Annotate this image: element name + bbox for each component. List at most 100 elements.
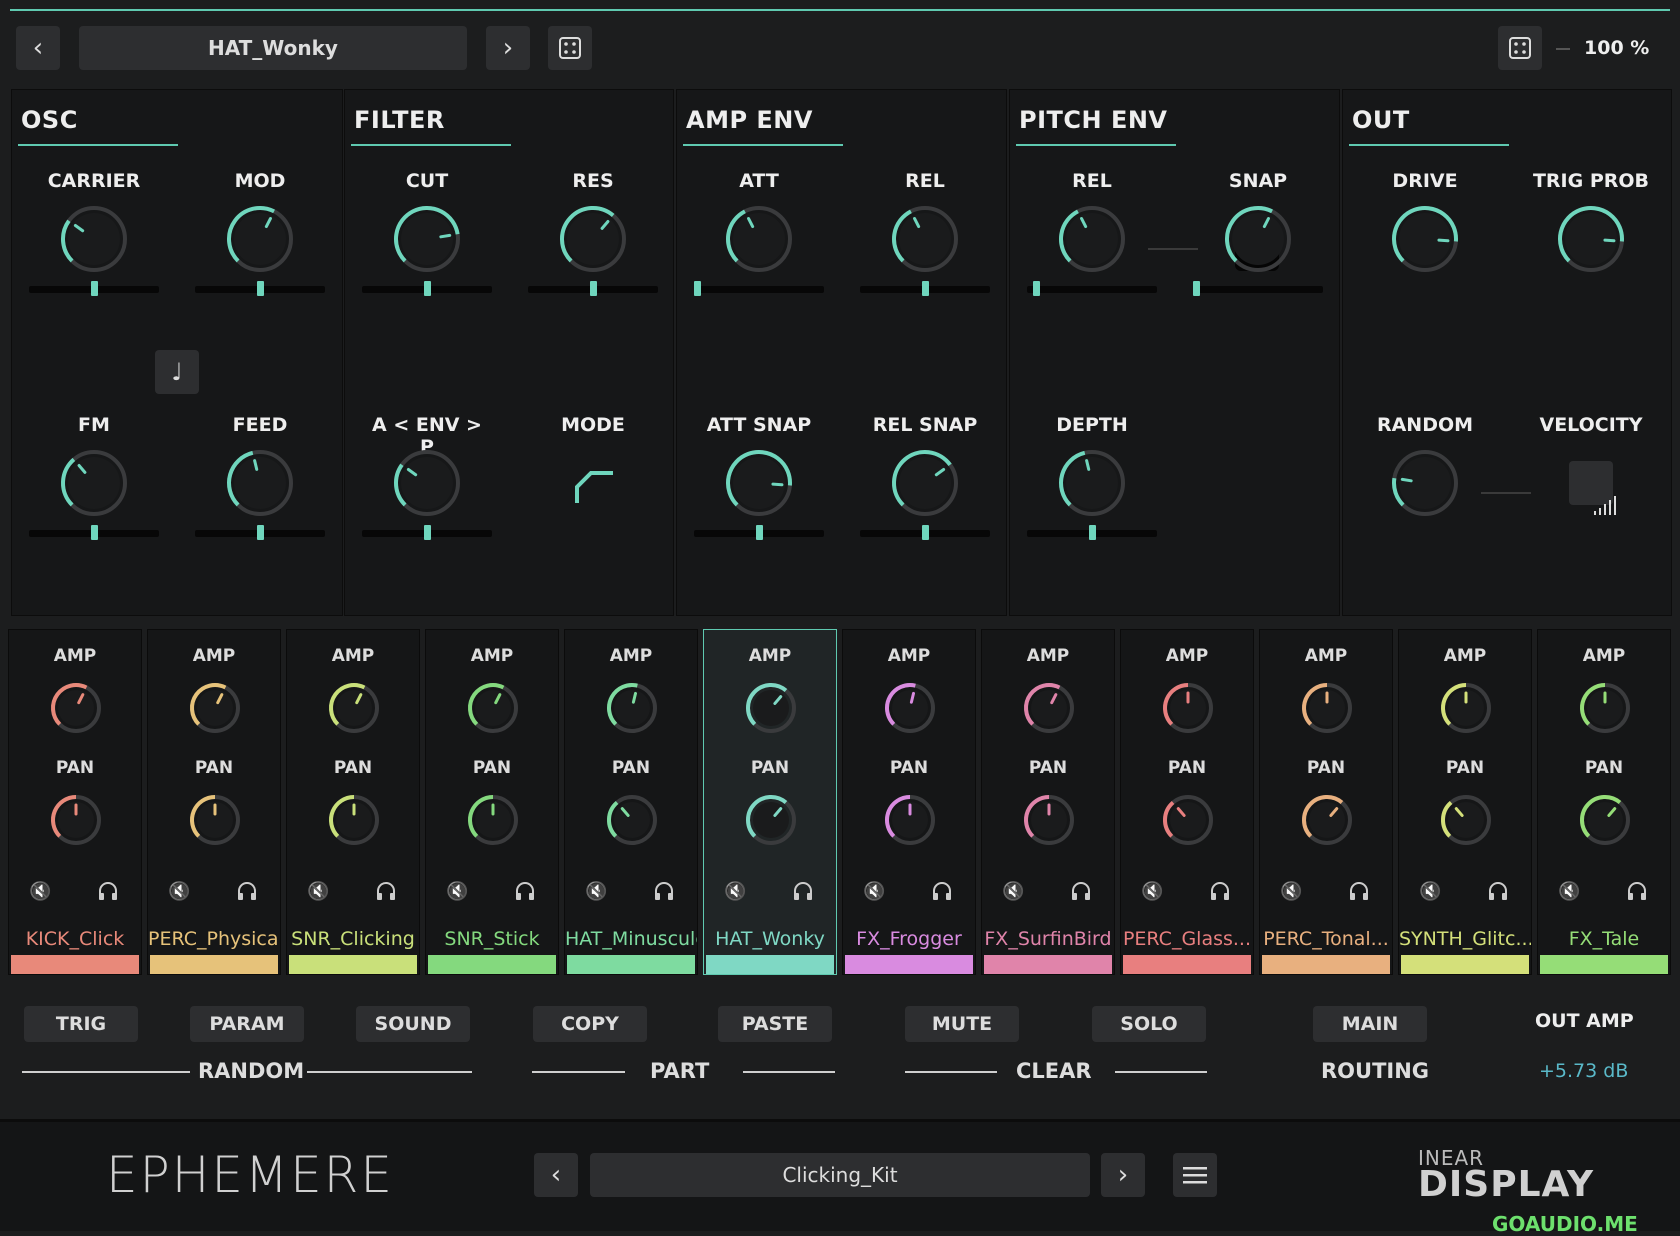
part-paste-button[interactable]: PASTE	[718, 1006, 832, 1042]
amp-knob[interactable]	[605, 681, 659, 735]
knob-dial[interactable]	[1389, 203, 1461, 275]
knob-dial[interactable]	[58, 447, 130, 519]
mod-slider-thumb[interactable]	[423, 525, 431, 540]
mod-slider-thumb[interactable]	[694, 281, 701, 296]
knob-cut[interactable]: CUT	[362, 170, 492, 320]
amp-knob[interactable]	[466, 681, 520, 735]
amp-knob[interactable]	[883, 681, 937, 735]
knob-dial[interactable]	[723, 203, 795, 275]
knob-dial[interactable]	[391, 203, 463, 275]
channel-color-bar[interactable]	[428, 955, 556, 974]
randomize-dice-button[interactable]	[548, 26, 592, 70]
channel-strip[interactable]: AMP PAN 🔇 HAT_Wonky	[703, 629, 837, 975]
pan-knob[interactable]	[605, 793, 659, 847]
amp-knob[interactable]	[1439, 681, 1493, 735]
mod-slider-thumb[interactable]	[921, 525, 929, 540]
knob-dial[interactable]	[1056, 447, 1128, 519]
pan-knob[interactable]	[49, 793, 103, 847]
knob-rel[interactable]: REL	[860, 170, 990, 320]
pan-knob[interactable]	[1161, 793, 1215, 847]
solo-headphones-icon[interactable]	[1626, 881, 1648, 906]
solo-headphones-icon[interactable]	[931, 881, 953, 906]
mute-speaker-icon[interactable]: 🔇	[724, 881, 746, 902]
channel-color-bar[interactable]	[11, 955, 139, 974]
amp-knob[interactable]	[49, 681, 103, 735]
mod-slider-thumb[interactable]	[90, 281, 98, 296]
pan-knob[interactable]	[1022, 793, 1076, 847]
amp-knob[interactable]	[188, 681, 242, 735]
pan-knob[interactable]	[1300, 793, 1354, 847]
knob-dial[interactable]	[557, 203, 629, 275]
knob-dial[interactable]	[889, 447, 961, 519]
knob-dial[interactable]	[224, 447, 296, 519]
next-preset-button[interactable]: ›	[486, 26, 530, 70]
knob-fm[interactable]: FM	[29, 414, 159, 564]
mute-speaker-icon[interactable]: 🔇	[168, 881, 190, 902]
amp-knob[interactable]	[327, 681, 381, 735]
solo-headphones-icon[interactable]	[375, 881, 397, 906]
pan-knob[interactable]	[1578, 793, 1632, 847]
channel-strip[interactable]: AMP PAN 🔇 HAT_Minuscule	[564, 629, 698, 975]
channel-strip[interactable]: AMP PAN 🔇 PERC_Glass...	[1120, 629, 1254, 975]
pan-knob[interactable]	[1439, 793, 1493, 847]
pan-knob[interactable]	[327, 793, 381, 847]
knob-snap[interactable]: SNAP	[1193, 170, 1323, 320]
solo-headphones-icon[interactable]	[1209, 881, 1231, 906]
solo-headphones-icon[interactable]	[97, 881, 119, 906]
channel-strip[interactable]: AMP PAN 🔇 SNR_Clicking	[286, 629, 420, 975]
channel-strip[interactable]: AMP PAN 🔇 FX_SurfinBird	[981, 629, 1115, 975]
knob-dial[interactable]	[889, 203, 961, 275]
mute-speaker-icon[interactable]: 🔇	[863, 881, 885, 902]
out-amp-value[interactable]: +5.73 dB	[1539, 1060, 1628, 1082]
knob-dial[interactable]	[224, 203, 296, 275]
knob-trig-prob[interactable]: TRIG PROB	[1531, 170, 1651, 320]
mute-speaker-icon[interactable]: 🔇	[29, 881, 51, 902]
mod-slider-thumb[interactable]	[1193, 281, 1200, 296]
mod-slider-thumb[interactable]	[256, 281, 264, 296]
mute-speaker-icon[interactable]: 🔇	[1558, 881, 1580, 902]
velocity-button[interactable]	[1569, 461, 1616, 515]
solo-headphones-icon[interactable]	[1487, 881, 1509, 906]
mute-speaker-icon[interactable]: 🔇	[1280, 881, 1302, 902]
amp-knob[interactable]	[1578, 681, 1632, 735]
channel-color-bar[interactable]	[150, 955, 278, 974]
channel-strip[interactable]: AMP PAN 🔇 PERC_Physical	[147, 629, 281, 975]
knob-dial[interactable]	[1222, 203, 1294, 275]
channel-color-bar[interactable]	[1401, 955, 1529, 974]
zoom-dice-button[interactable]	[1498, 26, 1542, 70]
prev-preset-button[interactable]: ‹	[16, 26, 60, 70]
pan-knob[interactable]	[188, 793, 242, 847]
preset-name[interactable]: HAT_Wonky	[79, 26, 467, 70]
solo-headphones-icon[interactable]	[1348, 881, 1370, 906]
note-sync-button[interactable]: ♩	[155, 350, 199, 394]
mod-slider-track[interactable]	[1193, 286, 1323, 293]
channel-color-bar[interactable]	[1123, 955, 1251, 974]
mod-slider-thumb[interactable]	[90, 525, 98, 540]
filter-mode-shape-icon[interactable]	[557, 447, 629, 519]
channel-strip[interactable]: AMP PAN 🔇 PERC_Tonal...	[1259, 629, 1393, 975]
knob-att[interactable]: ATT	[694, 170, 824, 320]
knob-dial[interactable]	[723, 447, 795, 519]
pan-knob[interactable]	[744, 793, 798, 847]
clear-solo-button[interactable]: SOLO	[1092, 1006, 1206, 1042]
knob-dial[interactable]	[1056, 203, 1128, 275]
mute-speaker-icon[interactable]: 🔇	[1002, 881, 1024, 902]
kit-name[interactable]: Clicking_Kit	[590, 1153, 1090, 1197]
routing-main-button[interactable]: MAIN	[1313, 1006, 1427, 1042]
mod-slider-thumb[interactable]	[755, 525, 763, 540]
zoom-level[interactable]: 100 %	[1584, 37, 1649, 59]
random-sound-button[interactable]: SOUND	[356, 1006, 470, 1042]
mute-speaker-icon[interactable]: 🔇	[446, 881, 468, 902]
channel-strip[interactable]: AMP PAN 🔇 SYNTH_Glitc...	[1398, 629, 1532, 975]
channel-strip[interactable]: AMP PAN 🔇 SNR_Stick	[425, 629, 559, 975]
knob-att-snap[interactable]: ATT SNAP	[694, 414, 824, 564]
channel-color-bar[interactable]	[1540, 955, 1668, 974]
channel-color-bar[interactable]	[845, 955, 973, 974]
channel-strip[interactable]: AMP PAN 🔇 FX_Frogger	[842, 629, 976, 975]
mod-slider-thumb[interactable]	[1088, 525, 1096, 540]
knob-feed[interactable]: FEED	[195, 414, 325, 564]
solo-headphones-icon[interactable]	[1070, 881, 1092, 906]
solo-headphones-icon[interactable]	[792, 881, 814, 906]
channel-color-bar[interactable]	[984, 955, 1112, 974]
amp-knob[interactable]	[1022, 681, 1076, 735]
